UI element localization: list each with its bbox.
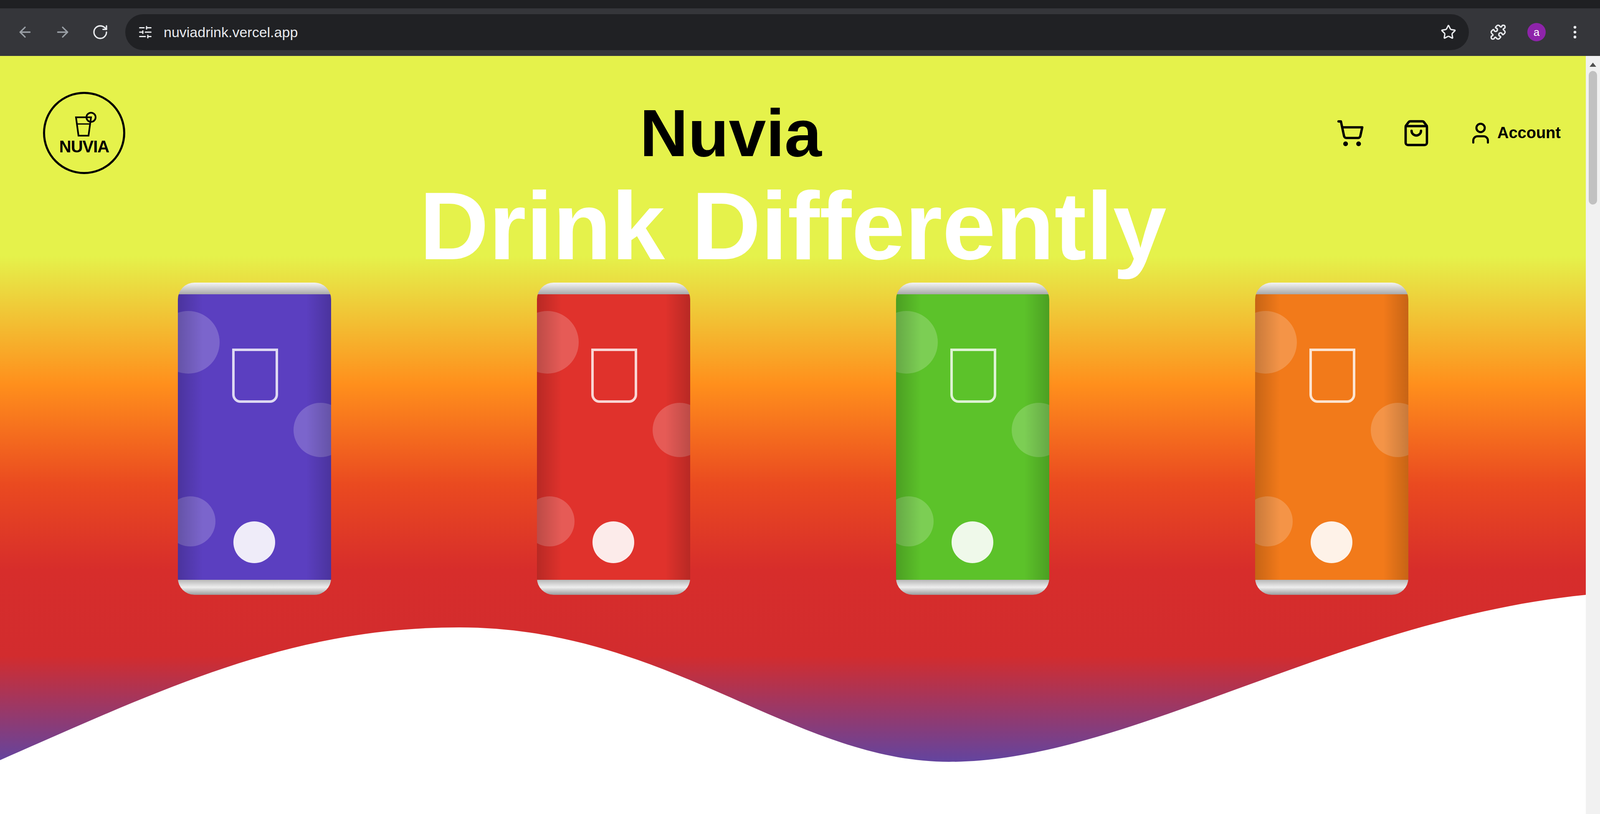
scrollbar-thumb[interactable] <box>1588 70 1598 205</box>
tab-strip <box>0 0 1600 9</box>
browser-chrome: nuviadrink.vercel.app a <box>0 0 1600 56</box>
bag-icon[interactable] <box>1402 118 1431 148</box>
can-image[interactable] <box>1255 282 1409 595</box>
profile-avatar[interactable]: a <box>1527 22 1546 42</box>
url-text[interactable]: nuviadrink.vercel.app <box>163 21 298 44</box>
browser-window: nuviadrink.vercel.app a NUVIA Nuvia Account D… <box>0 0 1600 814</box>
toolbar: nuviadrink.vercel.app a <box>0 8 1600 56</box>
scrollbar[interactable] <box>1585 55 1600 814</box>
user-icon <box>1468 120 1494 146</box>
back-icon[interactable] <box>16 23 34 41</box>
hero: Drink Differently <box>0 174 1586 771</box>
menu-icon[interactable] <box>1566 23 1584 41</box>
page: NUVIA Nuvia Account Drink Differently <box>0 55 1586 814</box>
site-header: NUVIA Nuvia Account <box>0 55 1586 175</box>
can-image[interactable] <box>896 282 1050 595</box>
hero-section: NUVIA Nuvia Account Drink Differently <box>0 55 1586 771</box>
glass-icon <box>71 111 97 138</box>
cart-icon[interactable] <box>1336 118 1365 148</box>
can-image[interactable] <box>177 282 332 595</box>
logo-text: NUVIA <box>59 138 109 155</box>
can-image[interactable] <box>536 282 691 595</box>
extensions-icon[interactable] <box>1489 23 1507 41</box>
bookmark-star-icon[interactable] <box>1440 24 1457 41</box>
forward-icon[interactable] <box>54 23 71 41</box>
site-info-icon[interactable] <box>137 24 153 40</box>
reload-icon[interactable] <box>91 23 109 41</box>
account-link[interactable]: Account <box>1468 120 1561 146</box>
headline: Drink Differently <box>0 178 1586 275</box>
can-row <box>0 282 1586 595</box>
site-title[interactable]: Nuvia <box>631 99 831 167</box>
logo[interactable]: NUVIA <box>43 91 126 175</box>
wave-shape <box>0 594 1586 771</box>
address-bar[interactable]: nuviadrink.vercel.app <box>125 14 1469 51</box>
